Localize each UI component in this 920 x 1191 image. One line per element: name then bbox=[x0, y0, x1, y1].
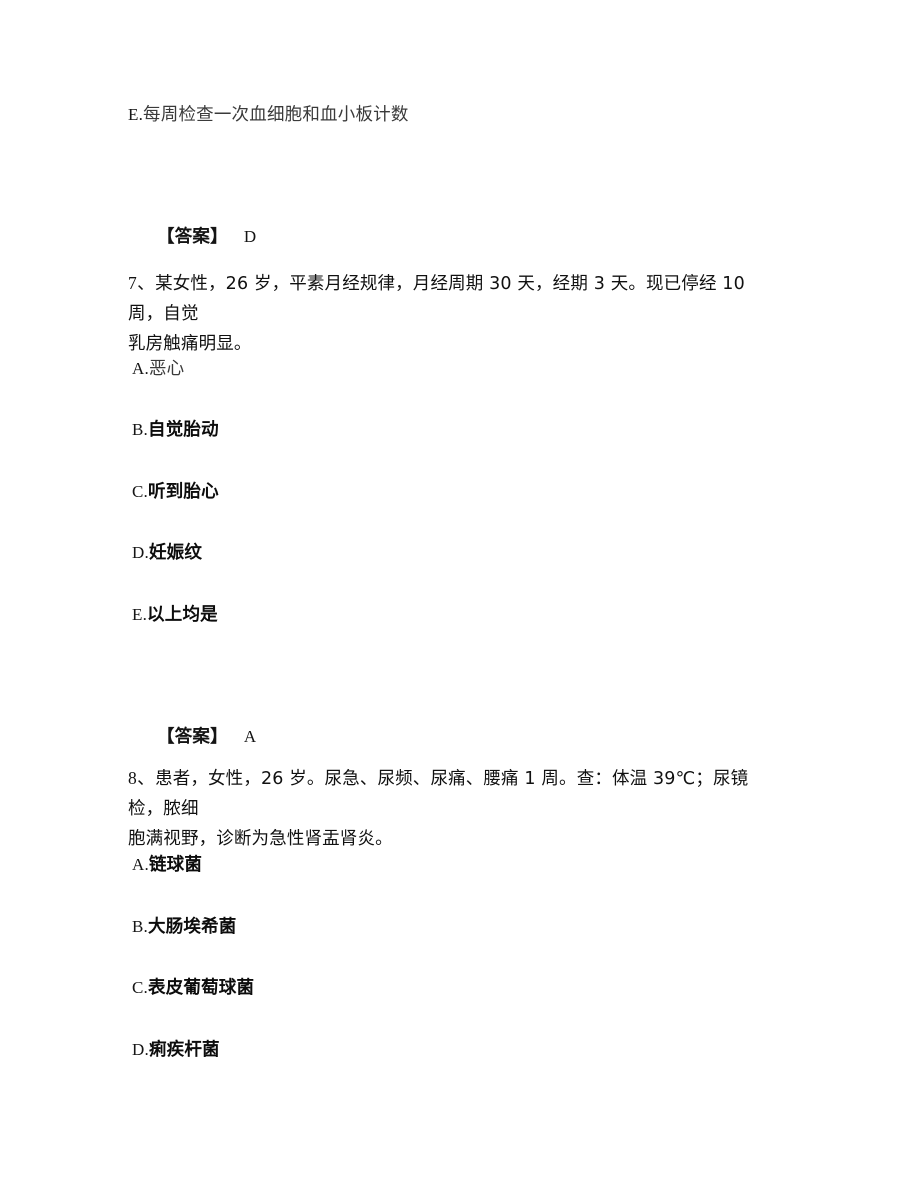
document-page: E.每周检查一次血细胞和血小板计数 【答案】 D 7、某女性，26 岁，平素月经规… bbox=[0, 0, 920, 1191]
answer-label: 【答案】 bbox=[157, 727, 228, 747]
option-letter: A. bbox=[132, 359, 149, 378]
option-text: 自觉胎动 bbox=[148, 420, 219, 440]
option-letter: D. bbox=[132, 1040, 149, 1059]
answer-row-q6: 【答案】 D bbox=[157, 226, 256, 248]
option-text: 妊娠纹 bbox=[148, 543, 203, 563]
answer-label: 【答案】 bbox=[157, 227, 228, 247]
question-8-option-a: A.链球菌 bbox=[132, 854, 202, 876]
question-7-option-b: B.自觉胎动 bbox=[132, 419, 219, 441]
option-letter: E. bbox=[132, 605, 148, 624]
answer-value-q6: D bbox=[243, 227, 257, 246]
question-7-stem-line-1: 7、某女性，26 岁，平素月经规律，月经周期 30 天，经期 3 天。现已停经 … bbox=[128, 268, 776, 329]
question-8-stem-text-2: 胞满视野，诊断为急性肾盂肾炎。 bbox=[128, 829, 393, 849]
option-letter: D. bbox=[132, 543, 149, 562]
question-7-option-a: A.恶心 bbox=[132, 358, 184, 380]
question-8-option-d: D.痢疾杆菌 bbox=[132, 1039, 220, 1061]
answer-row-q7: 【答案】 A bbox=[157, 726, 256, 748]
question-7-stem-text-2: 乳房触痛明显。 bbox=[128, 334, 252, 354]
question-8-stem: 8、患者，女性，26 岁。尿急、尿频、尿痛、腰痛 1 周。查：体温 39℃；尿镜… bbox=[128, 763, 776, 854]
question-8-option-c: C.表皮葡萄球菌 bbox=[132, 977, 254, 999]
answer-value-q7: A bbox=[243, 727, 257, 746]
question-7-stem: 7、某女性，26 岁，平素月经规律，月经周期 30 天，经期 3 天。现已停经 … bbox=[128, 268, 776, 359]
question-8-stem-text-1: 患者，女性，26 岁。尿急、尿频、尿痛、腰痛 1 周。查：体温 39℃；尿镜检，… bbox=[128, 769, 749, 819]
option-letter: C. bbox=[132, 978, 148, 997]
option-text: 恶心 bbox=[148, 359, 185, 379]
question-7-option-e: E.以上均是 bbox=[132, 604, 218, 626]
option-text: 每周检查一次血细胞和血小板计数 bbox=[143, 105, 409, 125]
question-8-option-b: B.大肠埃希菌 bbox=[132, 916, 237, 938]
option-letter: E. bbox=[128, 105, 144, 124]
option-text: 大肠埃希菌 bbox=[148, 917, 237, 937]
option-text: 听到胎心 bbox=[148, 482, 219, 502]
question-7-number: 7、 bbox=[128, 273, 156, 293]
option-text: 表皮葡萄球菌 bbox=[148, 978, 255, 998]
option-text: 以上均是 bbox=[147, 605, 218, 625]
option-letter: A. bbox=[132, 855, 149, 874]
question-7-option-d: D.妊娠纹 bbox=[132, 542, 202, 564]
option-letter: C. bbox=[132, 482, 148, 501]
option-letter: B. bbox=[132, 917, 148, 936]
question-8-number: 8、 bbox=[128, 768, 156, 788]
question-8-stem-line-1: 8、患者，女性，26 岁。尿急、尿频、尿痛、腰痛 1 周。查：体温 39℃；尿镜… bbox=[128, 763, 776, 824]
previous-question-option-e: E.每周检查一次血细胞和血小板计数 bbox=[128, 104, 409, 126]
question-7-stem-text-1: 某女性，26 岁，平素月经规律，月经周期 30 天，经期 3 天。现已停经 10… bbox=[128, 274, 745, 324]
question-7-option-c: C.听到胎心 bbox=[132, 481, 219, 503]
option-text: 痢疾杆菌 bbox=[148, 1040, 220, 1060]
option-text: 链球菌 bbox=[148, 855, 203, 875]
option-letter: B. bbox=[132, 420, 148, 439]
